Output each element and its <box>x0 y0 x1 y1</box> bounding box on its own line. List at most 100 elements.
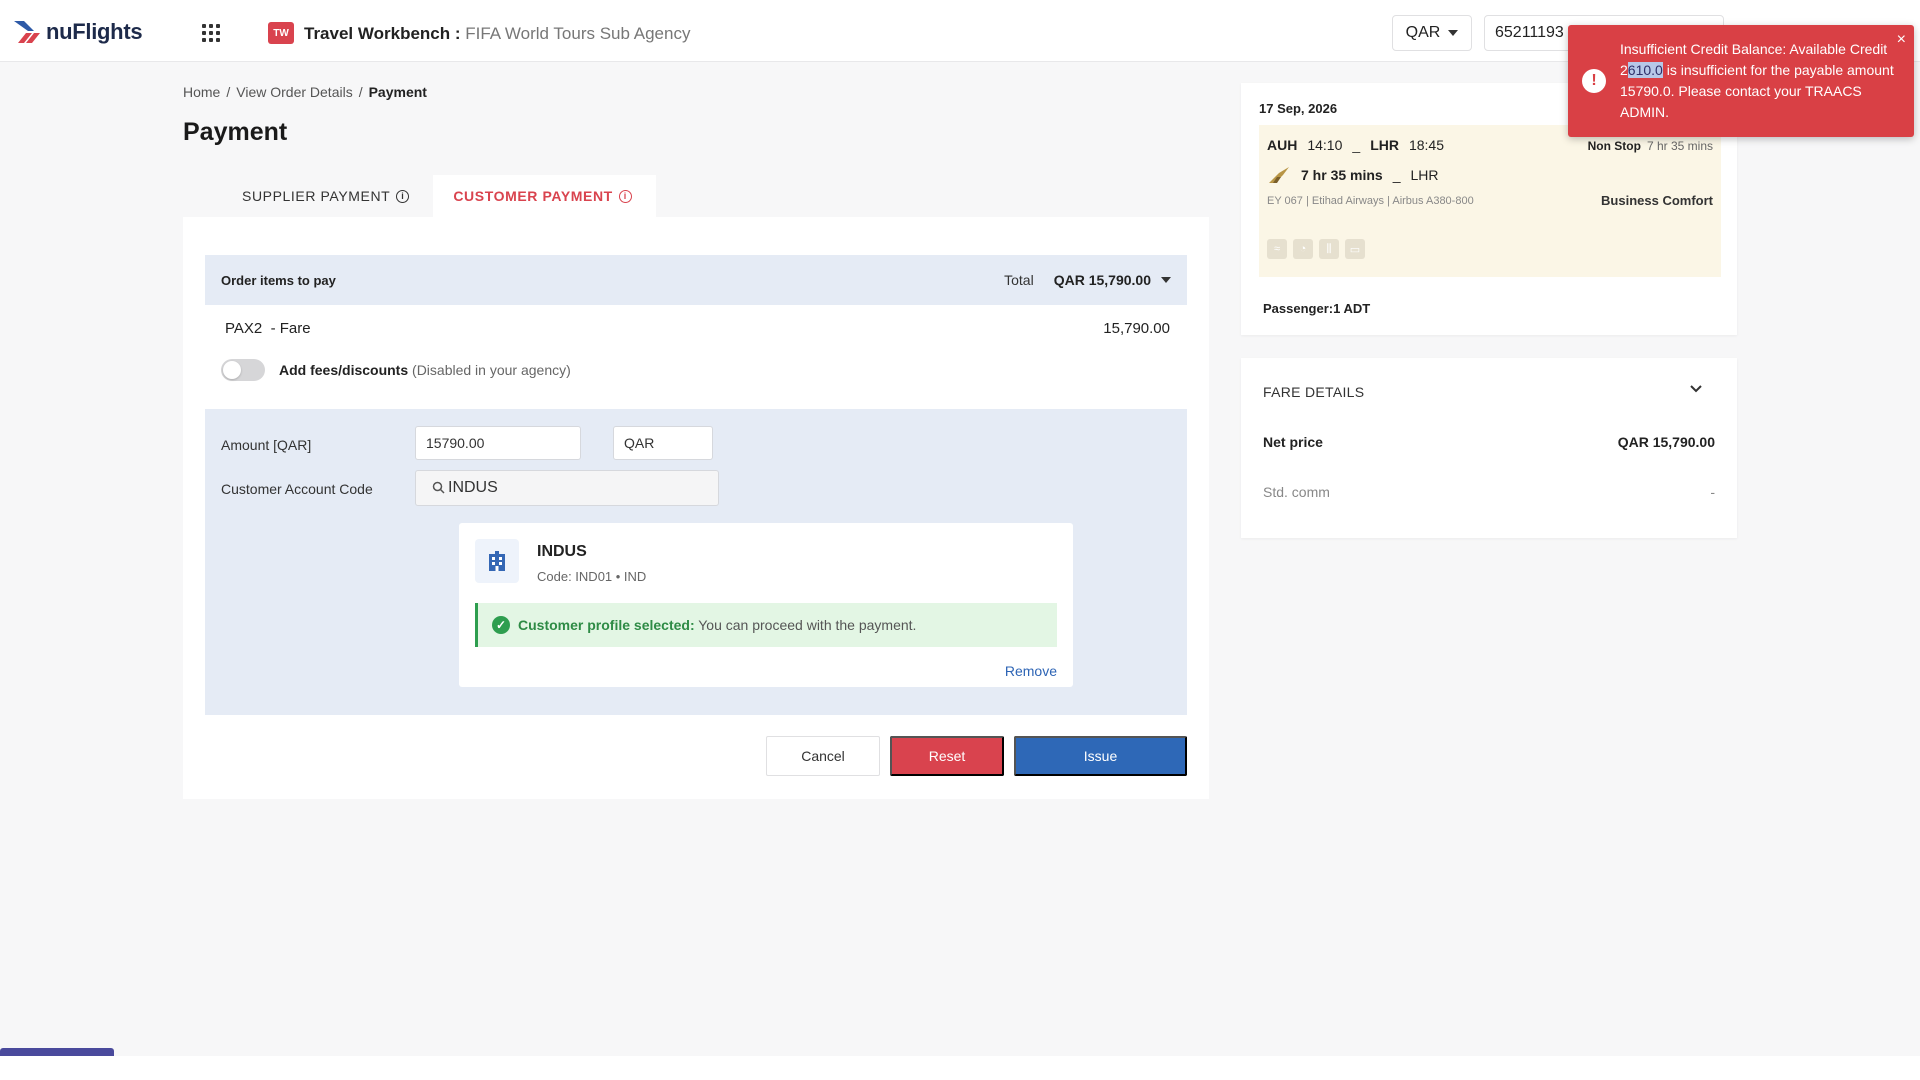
net-price-value: QAR 15,790.00 <box>1617 434 1715 450</box>
breadcrumb: Home / View Order Details / Payment <box>183 84 427 100</box>
fees-toggle-label: Add fees/discounts <box>279 362 409 378</box>
order-item-amount: 15,790.00 <box>1103 320 1170 337</box>
order-items-header: Order items to pay Total QAR 15,790.00 <box>205 255 1187 305</box>
entertainment-icon: ▭ <box>1345 239 1365 259</box>
alert-icon: ! <box>1582 69 1606 93</box>
total-label: Total <box>1004 272 1034 288</box>
meal-icon: ◔ <box>1293 239 1313 259</box>
total-expand-icon[interactable] <box>1161 277 1171 283</box>
amenities: ≈ ◔ ⫼ ▭ <box>1267 239 1365 259</box>
passenger-count: Passenger:1 ADT <box>1263 301 1371 316</box>
info-icon[interactable]: i <box>618 189 632 203</box>
info-icon[interactable]: i <box>396 189 410 203</box>
order-item-row: PAX2 - Fare 15,790.00 <box>225 320 1170 337</box>
page-title: Payment <box>183 118 288 146</box>
breadcrumb-separator: / <box>358 84 363 100</box>
close-icon[interactable]: × <box>1897 31 1906 49</box>
total-value[interactable]: QAR 15,790.00 <box>1054 272 1151 288</box>
destination-code: LHR <box>1370 137 1399 153</box>
chevron-down-icon[interactable] <box>1689 384 1703 394</box>
customer-selected-text: Customer profile selected: You can proce… <box>518 617 916 633</box>
flight-duration-row: 7 hr 35 mins _ LHR <box>1267 165 1439 185</box>
departure-time: 14:10 <box>1307 137 1343 153</box>
breadcrumb-view-order-details[interactable]: View Order Details <box>236 84 352 100</box>
issue-button[interactable]: Issue <box>1014 736 1187 776</box>
std-comm-label: Std. comm <box>1263 484 1330 500</box>
workbench-title-text: Travel Workbench <box>304 24 451 43</box>
customer-account-code-label: Customer Account Code <box>221 481 373 497</box>
apps-grid-icon[interactable] <box>202 24 220 42</box>
payment-tabs: SUPPLIER PAYMENT i CUSTOMER PAYMENT i <box>183 175 656 217</box>
route-dash: _ <box>1352 137 1361 153</box>
customer-selected-alert: ✓ Customer profile selected: You can pro… <box>475 603 1057 647</box>
reset-button[interactable]: Reset <box>890 736 1004 776</box>
logo-mark-icon <box>14 21 40 43</box>
flight-date: 17 Sep, 2026 <box>1259 101 1338 116</box>
flight-stops: Non Stop 7 hr 35 mins <box>1588 139 1713 153</box>
cancel-button[interactable]: Cancel <box>766 736 880 776</box>
fees-toggle-note: (Disabled in your agency) <box>412 362 571 378</box>
toast-highlight: 610.0 <box>1627 62 1663 78</box>
remove-customer-link[interactable]: Remove <box>1005 663 1057 679</box>
workbench-title: Travel Workbench : FIFA World Tours Sub … <box>304 24 690 44</box>
breadcrumb-separator: / <box>226 84 231 100</box>
amount-input[interactable] <box>415 426 581 460</box>
flight-segment: AUH 14:10 _ LHR 18:45 Non Stop 7 hr 35 mi… <box>1259 125 1721 277</box>
airline-logo-icon <box>1269 167 1289 183</box>
stops-label: Non Stop <box>1587 139 1641 153</box>
bottom-strip <box>0 1056 1920 1080</box>
logo-text: nuFlights <box>46 19 143 44</box>
tab-customer-payment-label: CUSTOMER PAYMENT <box>453 188 613 204</box>
breadcrumb-home[interactable]: Home <box>183 84 220 100</box>
pax-label: PAX2 <box>225 320 263 337</box>
std-comm-row: Std. comm - <box>1263 484 1715 500</box>
selected-customer-card: INDUS Code: IND01 • IND ✓ Customer profi… <box>459 523 1073 687</box>
tab-customer-payment[interactable]: CUSTOMER PAYMENT i <box>433 175 656 217</box>
net-price-label: Net price <box>1263 434 1323 450</box>
fees-toggle-row: Add fees/discounts (Disabled in your age… <box>221 359 571 381</box>
fare-details-card: FARE DETAILS Net price QAR 15,790.00 Std… <box>1241 358 1737 538</box>
fare-details-title: FARE DETAILS <box>1263 384 1365 400</box>
origin-code: AUH <box>1267 137 1298 153</box>
caret-down-icon <box>1448 30 1459 36</box>
agency-name: FIFA World Tours Sub Agency <box>465 24 691 43</box>
stops-duration: 7 hr 35 mins <box>1646 139 1713 153</box>
bottom-tab[interactable] <box>0 1048 114 1056</box>
flight-route: AUH 14:10 _ LHR 18:45 <box>1267 137 1444 153</box>
customer-selected-title: Customer profile selected: <box>518 617 695 633</box>
tab-supplier-payment-label: SUPPLIER PAYMENT <box>242 188 391 204</box>
customer-code: Code: IND01 • IND <box>537 569 647 584</box>
flight-duration: 7 hr 35 mins <box>1301 167 1383 183</box>
fees-toggle-text: Add fees/discounts (Disabled in your age… <box>279 362 571 378</box>
order-item-label: PAX2 - Fare <box>225 320 311 337</box>
route-dash: _ <box>1392 167 1401 183</box>
search-icon <box>432 481 445 494</box>
travel-workbench-icon: TW <box>268 22 294 44</box>
customer-account-search-value: INDUS <box>448 479 498 496</box>
fees-toggle[interactable] <box>221 359 265 381</box>
amount-label: Amount [QAR] <box>221 437 312 453</box>
customer-payment-form: Amount [QAR] Customer Account Code INDUS… <box>205 409 1187 715</box>
building-icon <box>475 539 519 583</box>
toast-message: Insufficient Credit Balance: Available C… <box>1620 39 1898 123</box>
title-separator: : <box>450 24 466 43</box>
customer-name: INDUS <box>537 543 587 560</box>
tab-supplier-payment[interactable]: SUPPLIER PAYMENT i <box>183 175 433 217</box>
payment-card: Order items to pay Total QAR 15,790.00 P… <box>183 217 1209 799</box>
order-items-label: Order items to pay <box>221 272 336 288</box>
power-icon: ⫼ <box>1319 239 1339 259</box>
currency-select[interactable]: QAR <box>1392 15 1472 51</box>
customer-selected-message: You can proceed with the payment. <box>698 617 917 633</box>
arrival-time: 18:45 <box>1408 137 1445 153</box>
net-price-row: Net price QAR 15,790.00 <box>1263 434 1715 450</box>
cabin-class: Business Comfort <box>1601 193 1713 208</box>
customer-account-search-input[interactable]: INDUS <box>415 470 719 506</box>
nuflights-logo[interactable]: nuFlights <box>12 14 143 50</box>
currency-input[interactable] <box>613 426 713 460</box>
std-comm-value: - <box>1710 484 1715 500</box>
error-toast: ! Insufficient Credit Balance: Available… <box>1568 25 1914 137</box>
duration-destination: LHR <box>1410 167 1439 183</box>
pax-type: - Fare <box>270 320 311 337</box>
wifi-icon: ≈ <box>1267 239 1287 259</box>
flight-info: EY 067 | Etihad Airways | Airbus A380-80… <box>1267 195 1474 207</box>
